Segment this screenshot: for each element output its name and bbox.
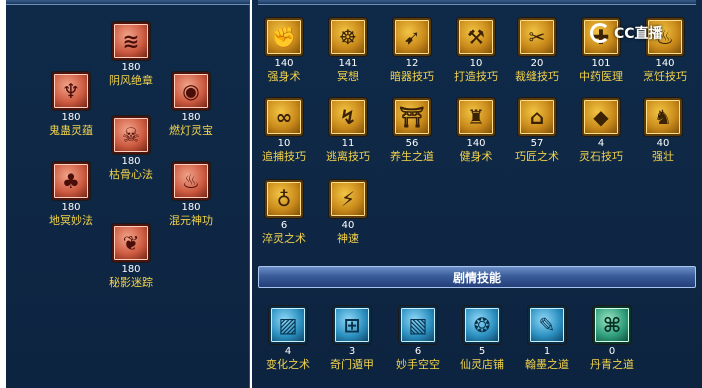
skill-qimen[interactable]: ⊞ 3 奇门遁甲 — [322, 306, 382, 371]
gate-icon: ⛩ — [393, 98, 431, 136]
skill-taoli[interactable]: ↯ 11 逃离技巧 — [318, 98, 378, 163]
skill-caifeng[interactable]: ✂ 20 裁缝技巧 — [507, 18, 567, 83]
skill-yinfeng[interactable]: ≋ 180 阴风绝章 — [101, 22, 161, 87]
vortex-icon: ≋ — [112, 22, 150, 60]
skill-hunyuan[interactable]: ♨ 180 混元神功 — [161, 162, 221, 227]
shadow-icon: ❦ — [112, 224, 150, 262]
brush-icon: ✎ — [528, 306, 566, 344]
skeleton-icon: ☠ — [112, 116, 150, 154]
skill-qiangzhuang[interactable]: ♞ 40 强壮 — [633, 98, 693, 163]
skill-qiangshen[interactable]: ✊ 140 强身术 — [254, 18, 314, 83]
skill-dazao[interactable]: ⚒ 10 打造技巧 — [446, 18, 506, 83]
skill-yangsheng[interactable]: ⛩ 56 养生之道 — [382, 98, 442, 163]
panel-top-border-right — [258, 0, 696, 5]
lamp-icon: ◉ — [172, 72, 210, 110]
cc-logo-icon — [590, 23, 610, 43]
skill-lingshi[interactable]: ◆ 4 灵石技巧 — [571, 98, 631, 163]
skill-zhuibu[interactable]: ∞ 10 追捕技巧 — [254, 98, 314, 163]
scissors-icon: ✂ — [518, 18, 556, 56]
workshop-icon: ⌂ — [518, 98, 556, 136]
skill-guigu[interactable]: ♆ 180 鬼蛊灵蕴 — [41, 72, 101, 137]
skill-bianhua[interactable]: ▨ 4 变化之术 — [258, 306, 318, 371]
dart-icon: ➹ — [393, 18, 431, 56]
skill-danqing[interactable]: ⌘ 0 丹青之道 — [582, 306, 642, 371]
shop-icon: ❂ — [463, 306, 501, 344]
fist-icon: ✊ — [265, 18, 303, 56]
skill-shensu[interactable]: ⚡ 40 神速 — [318, 180, 378, 245]
skill-hanmo[interactable]: ✎ 1 翰墨之道 — [517, 306, 577, 371]
scroll-icon: ⌘ — [593, 306, 631, 344]
panel-top-border-left — [6, 0, 250, 5]
skill-cuiling[interactable]: ♁ 6 淬灵之术 — [254, 180, 314, 245]
skill-jianshen[interactable]: ♜ 140 健身术 — [446, 98, 506, 163]
skill-qiaojiang[interactable]: ⌂ 57 巧匠之术 — [507, 98, 567, 163]
tree-icon: ♣ — [52, 162, 90, 200]
maze-icon: ⊞ — [333, 306, 371, 344]
transform-icon: ▨ — [269, 306, 307, 344]
flask-icon: ♁ — [265, 180, 303, 218]
skill-anqi[interactable]: ➹ 12 暗器技巧 — [382, 18, 442, 83]
skill-diming[interactable]: ♣ 180 地冥妙法 — [41, 162, 101, 227]
plot-skills-header: 剧情技能 — [258, 266, 696, 288]
hammer-icon: ⚒ — [457, 18, 495, 56]
scorpion-icon: ♆ — [52, 72, 90, 110]
crystal-icon: ◆ — [582, 98, 620, 136]
escape-icon: ↯ — [329, 98, 367, 136]
running-icon: ⚡ — [329, 180, 367, 218]
skill-randeng[interactable]: ◉ 180 燃灯灵宝 — [161, 72, 221, 137]
watermark-text: CC直播 — [614, 26, 663, 42]
skill-kugu[interactable]: ☠ 180 枯骨心法 — [101, 116, 161, 181]
chain-icon: ∞ — [265, 98, 303, 136]
muscle-icon: ♞ — [644, 98, 682, 136]
skill-biying[interactable]: ❦ 180 秘影迷踪 — [101, 224, 161, 289]
skill-mingxiang[interactable]: ☸ 141 冥想 — [318, 18, 378, 83]
hand-icon: ▧ — [399, 306, 437, 344]
meditation-icon: ☸ — [329, 18, 367, 56]
body-icon: ♜ — [457, 98, 495, 136]
plot-skills-title: 剧情技能 — [452, 270, 501, 285]
watermark-logo: CC直播 — [590, 23, 663, 43]
skill-miaoshou[interactable]: ▧ 6 妙手空空 — [388, 306, 448, 371]
skill-xianling[interactable]: ❂ 5 仙灵店铺 — [452, 306, 512, 371]
flame-icon: ♨ — [172, 162, 210, 200]
